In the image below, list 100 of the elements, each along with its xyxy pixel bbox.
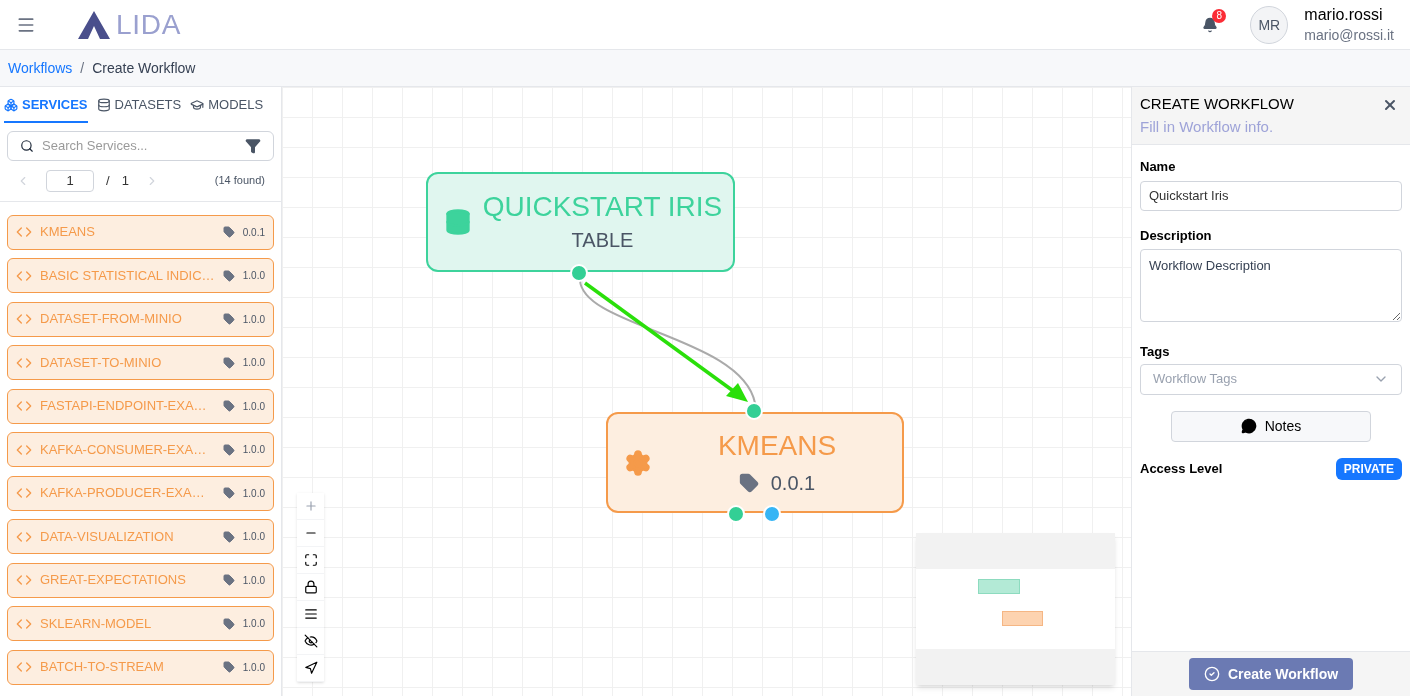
- service-version: 1.0.0: [242, 660, 265, 675]
- service-version: 1.0.0: [242, 573, 265, 588]
- service-card[interactable]: DATASET-FROM-MINIO 1.0.0: [7, 301, 274, 337]
- service-name: FASTAPI-ENDPOINT-EXA…: [40, 397, 207, 416]
- breadcrumb-link[interactable]: Workflows: [8, 57, 73, 79]
- node-title: QUICKSTART IRIS: [482, 190, 723, 224]
- description-field[interactable]: Workflow Description: [1140, 249, 1402, 322]
- list-icon: [303, 607, 318, 621]
- logo-icon: [76, 9, 112, 40]
- database-icon: [444, 208, 472, 236]
- service-card[interactable]: FASTAPI-ENDPOINT-EXA… 1.0.0: [7, 388, 274, 424]
- access-level-badge[interactable]: PRIVATE: [1335, 457, 1402, 480]
- code-icon: [16, 485, 32, 501]
- service-version: 1.0.0: [242, 312, 265, 327]
- service-card[interactable]: DATASET-TO-MINIO 1.0.0: [7, 345, 274, 380]
- service-version: 1.0.0: [242, 617, 265, 631]
- page-input[interactable]: 1: [46, 169, 94, 192]
- results-count: (14 found): [214, 173, 265, 189]
- tag-icon: [222, 313, 235, 325]
- tag-icon: [222, 226, 235, 238]
- notification-badge: 8: [1212, 8, 1227, 23]
- service-name: KMEANS: [40, 223, 95, 242]
- field-label: Description: [1140, 226, 1213, 245]
- dataset-node[interactable]: QUICKSTART IRIS TABLE: [426, 172, 735, 272]
- user-avatar[interactable]: MR: [1250, 5, 1289, 44]
- breadcrumb-separator: /: [80, 58, 85, 78]
- service-name: KAFKA-PRODUCER-EXA…: [40, 484, 205, 503]
- tag-icon: [222, 530, 235, 543]
- service-card[interactable]: KAFKA-CONSUMER-EXA… 1.0.0: [7, 432, 274, 467]
- plus-icon: [303, 499, 318, 513]
- code-icon: [16, 224, 32, 240]
- minimap-node: [1002, 611, 1043, 626]
- service-name: DATASET-FROM-MINIO: [40, 310, 182, 329]
- node-version: 0.0.1: [770, 470, 816, 496]
- eye-off-icon: [303, 634, 318, 648]
- service-card[interactable]: SKLEARN-MODEL 1.0.0: [7, 606, 274, 641]
- tag-icon: [222, 487, 235, 499]
- access-level-label: Access Level: [1140, 459, 1223, 478]
- search-input[interactable]: Search Services...: [42, 135, 237, 156]
- code-icon: [16, 659, 32, 675]
- code-icon: [16, 311, 32, 327]
- sidebar-tab[interactable]: SERVICES: [4, 95, 88, 123]
- tag-icon: [222, 356, 235, 369]
- user-email: mario@rossi.it: [1304, 25, 1394, 45]
- service-card[interactable]: BATCH-TO-STREAM 1.0.0: [7, 649, 274, 685]
- tag-icon: [738, 472, 759, 493]
- notification-icon[interactable]: [1202, 16, 1219, 33]
- filter-icon[interactable]: [245, 137, 261, 154]
- service-card[interactable]: GREAT-EXPECTATIONS 1.0.0: [7, 562, 274, 598]
- tag-icon: [222, 400, 235, 412]
- user-name: mario.rossi: [1304, 4, 1384, 25]
- database-icon: [96, 97, 111, 112]
- tag-icon: [222, 617, 235, 630]
- service-version: 1.0.0: [242, 486, 265, 501]
- breadcrumb-current: Create Workflow: [92, 58, 196, 78]
- service-name: BATCH-TO-STREAM: [40, 658, 164, 677]
- code-icon: [16, 572, 32, 588]
- page-total: 1: [121, 171, 129, 190]
- service-name: BASIC STATISTICAL INDIC…: [40, 266, 215, 285]
- service-version: 1.0.0: [242, 399, 265, 414]
- service-version: 1.0.0: [242, 530, 265, 544]
- tag-icon: [222, 269, 235, 282]
- service-card[interactable]: KMEANS 0.0.1: [7, 214, 274, 250]
- search-field[interactable]: Search Services...: [7, 130, 274, 161]
- sidebar-tab[interactable]: DATASETS: [96, 95, 182, 123]
- service-name: DATASET-TO-MINIO: [40, 353, 162, 372]
- page-separator: /: [106, 171, 110, 190]
- panel-subtitle: Fill in Workflow info.: [1140, 116, 1275, 137]
- tag-icon: [222, 661, 235, 673]
- service-version: 1.0.0: [242, 269, 265, 283]
- node-subtitle: TABLE: [571, 228, 634, 253]
- speech-bubble-icon: [1240, 418, 1257, 434]
- sidebar-tab[interactable]: MODELS: [190, 95, 264, 123]
- graduation-cap-icon: [190, 97, 205, 112]
- service-name: KAFKA-CONSUMER-EXA…: [40, 440, 207, 459]
- lock-icon: [303, 580, 318, 594]
- field-label: Tags: [1140, 343, 1171, 361]
- service-card[interactable]: BASIC STATISTICAL INDIC… 1.0.0: [7, 258, 274, 293]
- service-card[interactable]: DATA-VISUALIZATION 1.0.0: [7, 519, 274, 554]
- service-version: 0.0.1: [242, 225, 265, 240]
- service-card[interactable]: KAFKA-PRODUCER-EXA… 1.0.0: [7, 475, 274, 511]
- input-port[interactable]: [745, 402, 763, 420]
- service-node[interactable]: KMEANS 0.0.1: [606, 412, 904, 513]
- close-icon[interactable]: [1382, 97, 1398, 113]
- navigation-arrow-icon: [303, 661, 318, 675]
- cubes-icon: [4, 97, 18, 112]
- code-icon: [16, 398, 32, 414]
- service-name: SKLEARN-MODEL: [40, 614, 152, 633]
- create-workflow-button[interactable]: Create Workflow: [1189, 658, 1353, 690]
- expand-icon: [303, 553, 318, 567]
- tag-icon: [222, 443, 235, 456]
- panel-title: CREATE WORKFLOW: [1140, 94, 1295, 114]
- notes-button[interactable]: Notes: [1171, 410, 1371, 442]
- logo-text: LIDA: [116, 7, 182, 42]
- minimap-node: [978, 579, 1020, 594]
- service-name: GREAT-EXPECTATIONS: [40, 571, 186, 590]
- service-name: DATA-VISUALIZATION: [40, 527, 174, 546]
- node-title: KMEANS: [717, 428, 837, 463]
- check-circle-icon: [1203, 666, 1220, 682]
- name-field[interactable]: Quickstart Iris: [1140, 180, 1402, 211]
